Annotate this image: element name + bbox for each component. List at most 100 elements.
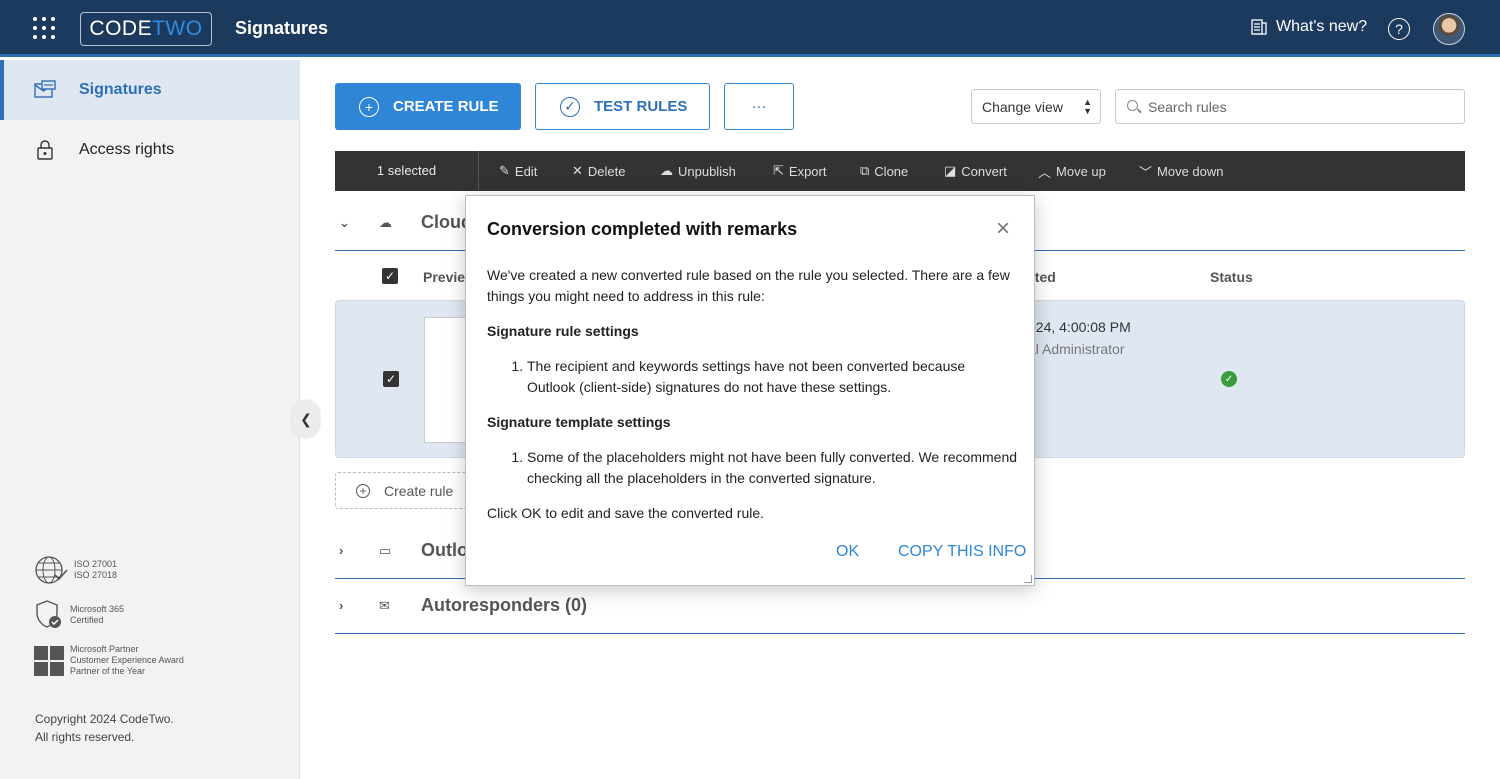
row-updated-date: 024, 4:00:08 PM	[1028, 319, 1131, 335]
convert-icon: ◪	[944, 163, 957, 178]
status-check-icon: ✓	[1221, 371, 1237, 387]
microsoft-logo-icon	[34, 645, 64, 676]
app-launcher-icon[interactable]	[33, 17, 55, 39]
export-icon: ⇱	[773, 163, 784, 178]
chevron-down-icon: ﹀	[1139, 164, 1153, 180]
cert-line: Microsoft Partner	[70, 644, 139, 654]
search-input[interactable]: Search rules	[1115, 89, 1465, 124]
selection-action-bar: 1 selected ✎ Edit ✕ Delete ☁ Unpublish ⇱ Exp…	[335, 151, 1465, 191]
resize-grip-icon[interactable]	[1024, 575, 1032, 583]
list-item: The recipient and keywords settings have…	[527, 356, 1017, 398]
selected-count: 1 selected	[335, 151, 479, 191]
move-down-label: Move down	[1157, 163, 1224, 179]
chevron-right-icon: ›	[339, 543, 344, 558]
test-rules-label: TEST RULES	[594, 98, 688, 115]
sidebar-item-signatures[interactable]: Signatures	[0, 60, 300, 120]
change-view-select[interactable]: Change view ▲ ▼	[971, 89, 1101, 124]
sidebar-item-label: Access rights	[79, 141, 175, 158]
row-checkbox[interactable]: ✓	[383, 371, 399, 387]
move-up-label: Move up	[1056, 163, 1106, 179]
codetwo-logo[interactable]: CODE TWO	[80, 12, 212, 46]
ok-button[interactable]: OK	[836, 543, 859, 561]
test-rules-button[interactable]: ✓ TEST RULES	[535, 83, 710, 130]
dialog-title: Conversion completed with remarks	[487, 219, 798, 239]
microsoft-partner-badge: Microsoft Partner Customer Experience Awa…	[34, 644, 184, 677]
more-actions-button[interactable]: ···	[724, 83, 794, 130]
create-rule-inline-label: Create rule	[384, 482, 454, 499]
autoresponders-section-header[interactable]: › ✉ Autoresponders (0)	[335, 578, 1465, 634]
whats-new-label: What's new?	[1276, 18, 1368, 35]
help-icon[interactable]: ?	[1388, 18, 1410, 40]
check-circle-icon: ✓	[560, 96, 580, 117]
close-icon[interactable]: ×	[996, 217, 1010, 241]
clone-label: Clone	[874, 163, 909, 179]
export-action[interactable]: ⇱ Export	[773, 151, 826, 191]
edit-action[interactable]: ✎ Edit	[499, 151, 537, 191]
news-icon	[1251, 19, 1267, 35]
chevron-left-icon: ❮	[300, 410, 312, 427]
whats-new-button[interactable]: What's new?	[1250, 18, 1367, 36]
move-up-action[interactable]: ︿ Move up	[1038, 151, 1106, 191]
iso-badge: ISO 27001 ISO 27018	[34, 555, 117, 585]
app-title: Signatures	[235, 18, 329, 38]
column-header-status: Status	[1210, 269, 1253, 285]
unpublish-action[interactable]: ☁ Unpublish	[660, 151, 736, 191]
cert-line: Partner of the Year	[70, 666, 146, 676]
section-title: Outlo	[421, 540, 468, 560]
sort-arrows-icon: ▲ ▼	[1083, 97, 1092, 116]
sidebar: Signatures Access rights ISO 27001 ISO 27…	[0, 60, 300, 779]
copyright-line: All rights reserved.	[35, 730, 135, 744]
copyright-line: Copyright 2024 CodeTwo.	[35, 712, 174, 726]
cert-line: ISO 27001	[74, 559, 118, 569]
globe-check-icon	[35, 556, 68, 584]
create-rule-inline-button[interactable]: + Create rule	[335, 472, 475, 509]
select-all-checkbox[interactable]: ✓	[382, 268, 398, 284]
chevron-right-icon: ›	[339, 598, 344, 613]
signatures-icon	[33, 78, 57, 102]
cert-line: Certified	[70, 615, 104, 625]
logo-code-text: CODE	[89, 17, 153, 40]
dialog-body: We've created a new converted rule based…	[487, 265, 1017, 538]
rule-settings-list: The recipient and keywords settings have…	[487, 356, 1017, 398]
create-rule-button[interactable]: + CREATE RULE	[335, 83, 521, 130]
conversion-dialog: Conversion completed with remarks × We'v…	[465, 195, 1035, 586]
search-icon	[1127, 100, 1138, 111]
clone-action[interactable]: ⧉ Clone	[860, 151, 908, 191]
monitor-icon: ▭	[379, 542, 392, 558]
column-header-preview: Previe	[423, 269, 466, 285]
x-icon: ✕	[572, 163, 583, 178]
row-updated-by: al Administrator	[1028, 341, 1125, 357]
delete-action[interactable]: ✕ Delete	[572, 151, 625, 191]
convert-label: Convert	[961, 163, 1007, 179]
cloud-icon: ☁	[379, 214, 392, 230]
delete-label: Delete	[587, 163, 626, 179]
plus-circle-icon: +	[356, 483, 370, 498]
dialog-outro: Click OK to edit and save the converted …	[487, 505, 765, 521]
sidebar-item-access-rights[interactable]: Access rights	[0, 120, 300, 180]
collapse-sidebar-button[interactable]: ❮	[292, 400, 320, 438]
dialog-intro: We've created a new converted rule based…	[487, 267, 1010, 304]
unpublish-label: Unpublish	[678, 163, 736, 179]
top-bar: CODE TWO Signatures What's new? ?	[0, 0, 1500, 57]
move-down-action[interactable]: ﹀ Move down	[1139, 151, 1224, 191]
export-label: Export	[788, 163, 827, 179]
chevron-down-icon: ⌄	[339, 214, 350, 230]
rule-settings-heading: Signature rule settings	[487, 323, 639, 339]
avatar[interactable]	[1433, 13, 1465, 45]
cloud-x-icon: ☁	[660, 163, 673, 178]
copy-info-button[interactable]: COPY THIS INFO	[898, 543, 1026, 561]
lock-icon	[33, 138, 57, 162]
plus-circle-icon: +	[359, 96, 379, 117]
edit-label: Edit	[514, 163, 538, 179]
clone-icon: ⧉	[860, 163, 870, 178]
convert-action[interactable]: ◪ Convert	[944, 151, 1007, 191]
shield-check-icon	[36, 600, 61, 628]
list-item: Some of the placeholders might not have …	[527, 447, 1017, 489]
change-view-label: Change view	[982, 98, 1063, 115]
chevron-up-icon: ︿	[1038, 164, 1052, 180]
cert-line: Customer Experience Award	[70, 655, 184, 665]
autoresponder-icon: ✉	[379, 597, 390, 613]
copyright: Copyright 2024 CodeTwo. All rights reser…	[35, 710, 174, 746]
create-rule-label: CREATE RULE	[393, 98, 499, 115]
logo-two-text: TWO	[152, 17, 203, 40]
